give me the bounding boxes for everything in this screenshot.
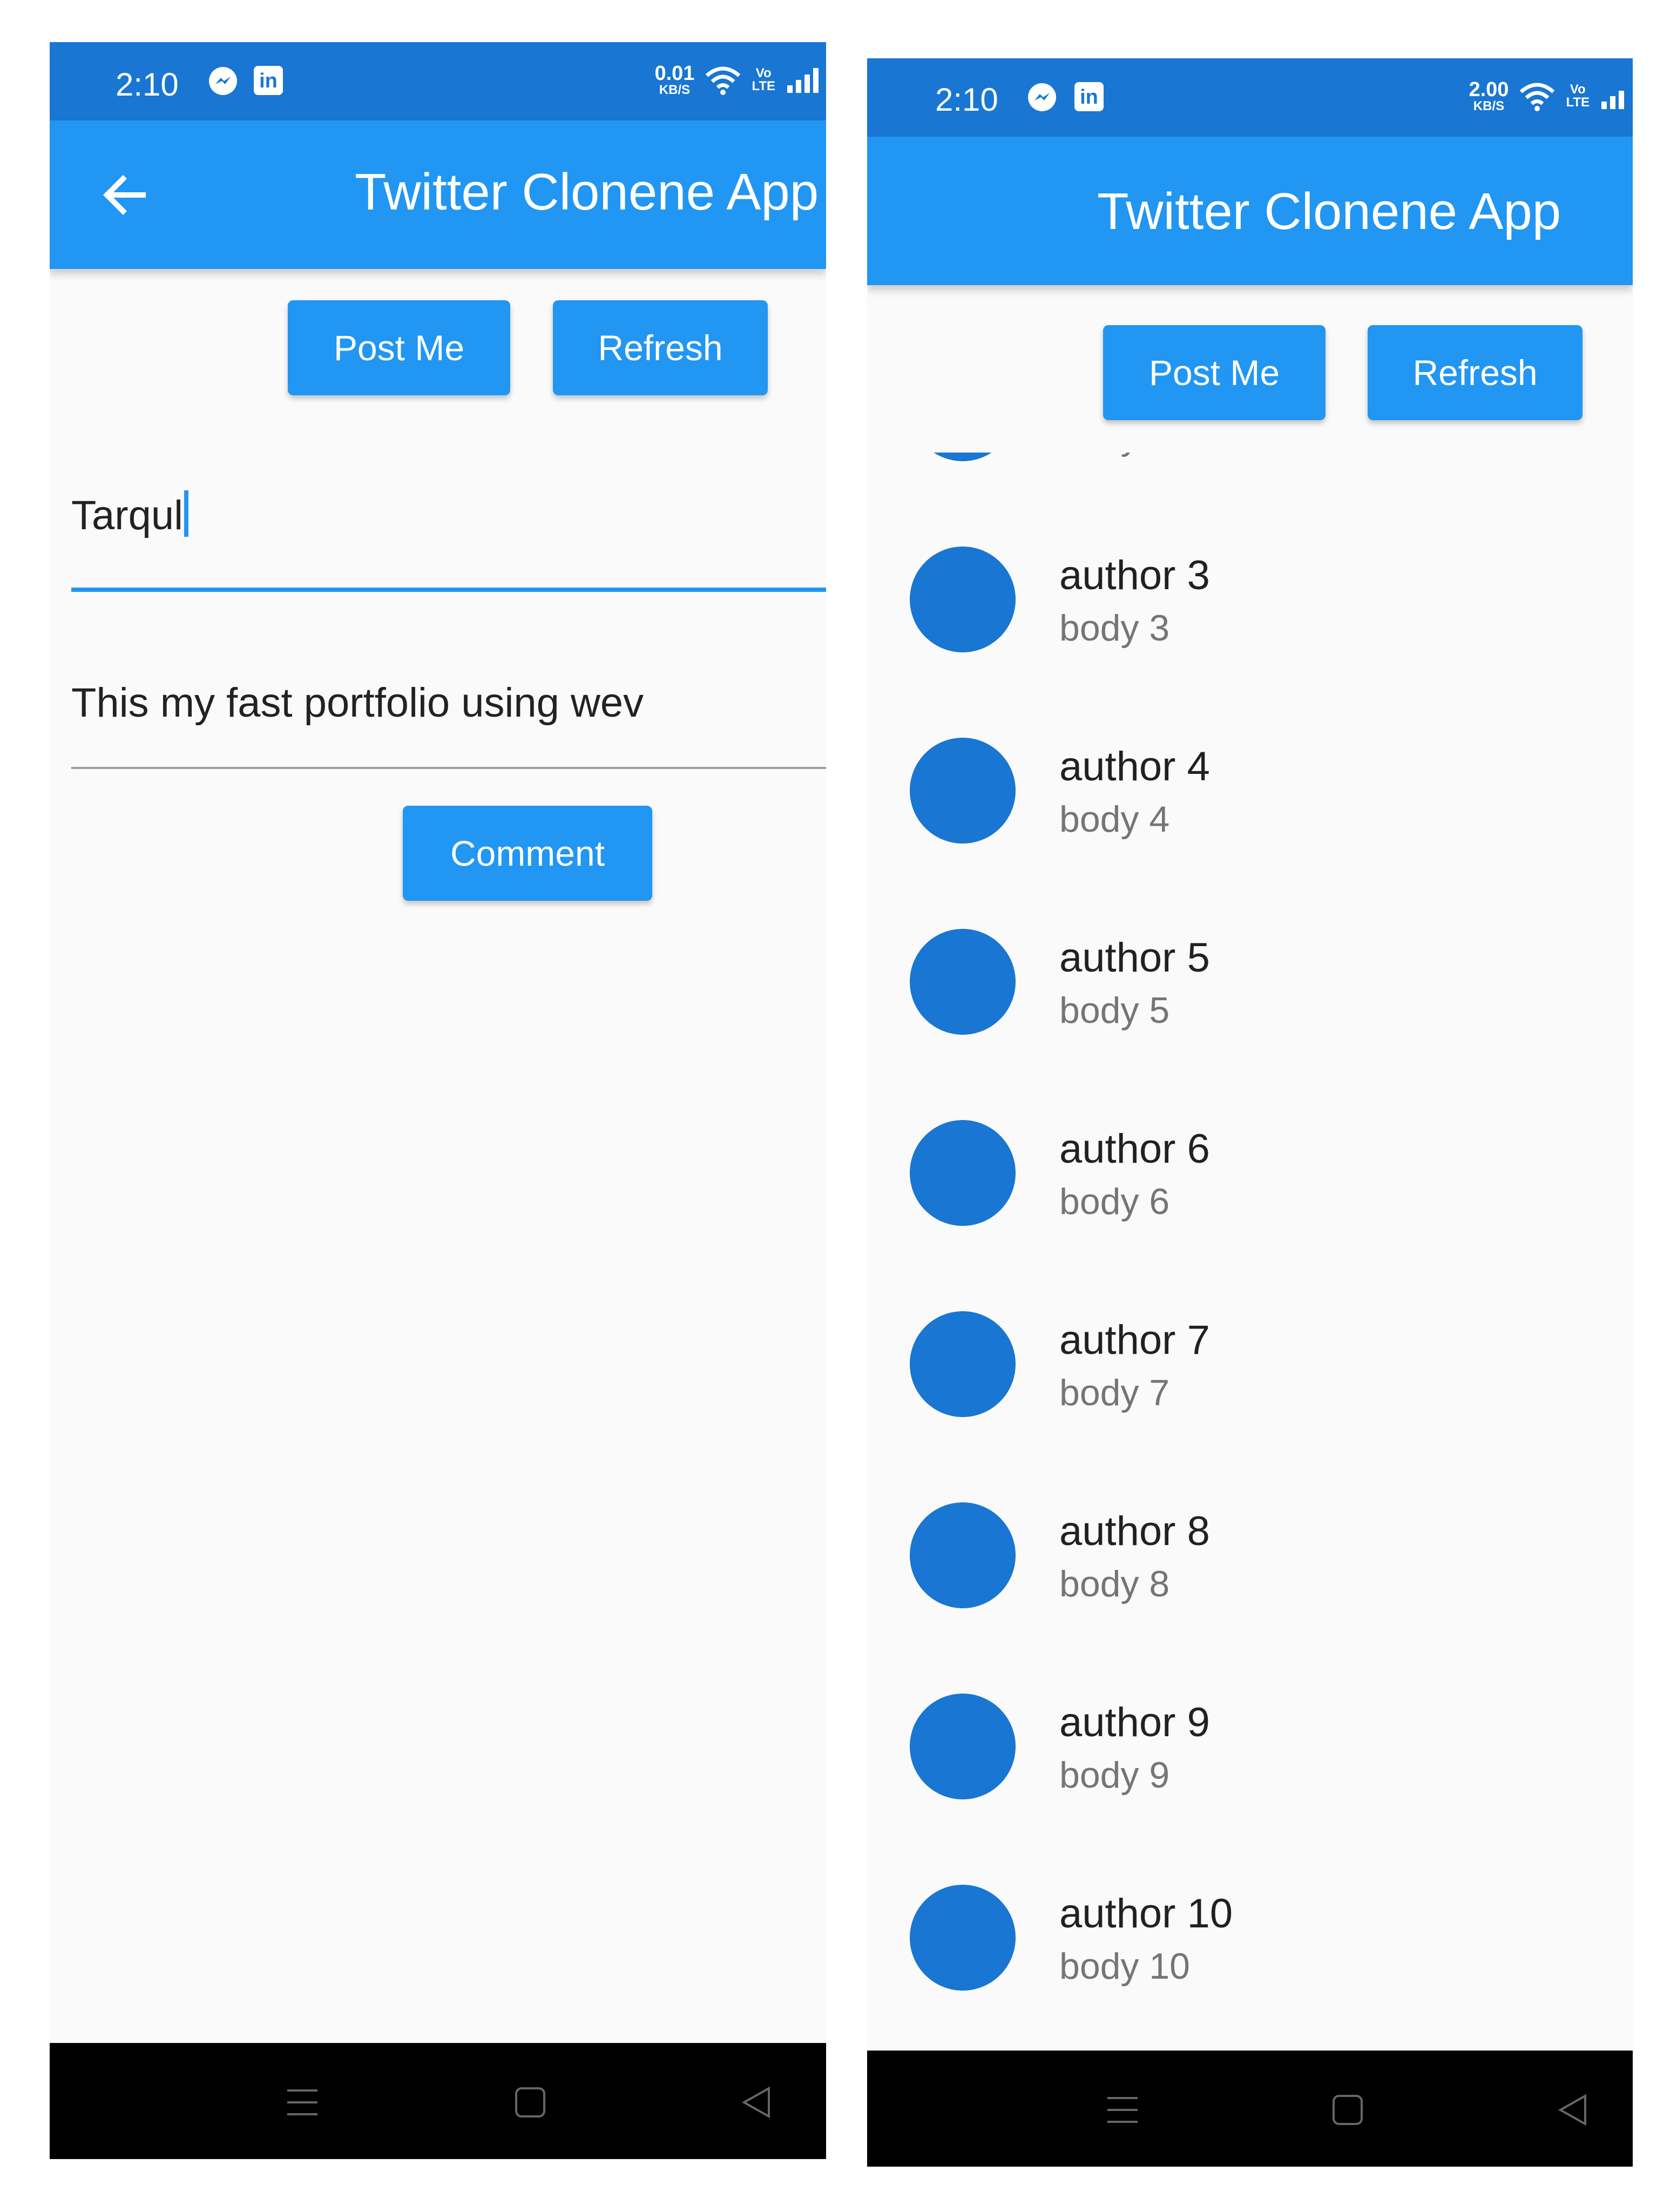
list-item[interactable]: author 9 body 9 xyxy=(867,1650,1633,1842)
list-item[interactable]: author 7 body 7 xyxy=(867,1268,1633,1459)
item-author: author 10 xyxy=(1059,1891,1233,1937)
network-speed: 0.01 KB/S xyxy=(654,62,695,97)
avatar xyxy=(910,1502,1016,1608)
item-author: author 5 xyxy=(1059,935,1210,981)
volte-indicator: Vo LTE xyxy=(1566,82,1590,110)
back-triangle-icon[interactable] xyxy=(735,2081,779,2124)
status-bar: 2:10 in 0.01 KB/S Vo LTE xyxy=(50,42,826,120)
item-body: body 8 xyxy=(1059,1563,1170,1604)
avatar xyxy=(910,929,1016,1035)
status-bar: 2:10 in 2.00 KB/S Vo LTE xyxy=(867,58,1633,137)
item-body: body 5 xyxy=(1059,990,1170,1031)
refresh-button[interactable]: Refresh xyxy=(553,300,768,395)
list-item[interactable]: author 8 body 8 xyxy=(867,1459,1633,1650)
avatar xyxy=(910,738,1016,844)
name-field-underline-active xyxy=(71,588,826,592)
signal-icon xyxy=(1601,91,1624,109)
arrow-back-icon[interactable] xyxy=(97,168,151,222)
refresh-button[interactable]: Refresh xyxy=(1368,325,1583,420)
item-body: body 10 xyxy=(1059,1946,1190,1987)
name-field-value: Tarqul xyxy=(71,493,183,538)
list-item[interactable]: author 6 body 6 xyxy=(867,1077,1633,1268)
list-item[interactable]: author 10 body 10 xyxy=(867,1842,1633,2033)
app-bar: Twitter Clonene App xyxy=(867,137,1633,285)
messenger-icon xyxy=(1028,83,1056,111)
left-phone-screen: 2:10 in 0.01 KB/S Vo LTE Twitter Clonene… xyxy=(50,42,826,2159)
item-body: body 7 xyxy=(1059,1372,1170,1413)
list-item[interactable]: author 4 body 4 xyxy=(867,694,1633,886)
network-speed: 2.00 KB/S xyxy=(1469,78,1509,113)
avatar xyxy=(910,1885,1016,1991)
item-author: author 8 xyxy=(1059,1508,1210,1554)
system-nav-bar xyxy=(867,2051,1633,2167)
avatar xyxy=(910,547,1016,652)
wifi-icon xyxy=(706,66,741,95)
home-square-icon[interactable] xyxy=(509,2081,552,2124)
item-author: author 7 xyxy=(1059,1317,1210,1363)
wifi-icon xyxy=(1520,83,1555,111)
item-author: author 6 xyxy=(1059,1126,1210,1172)
linkedin-icon: in xyxy=(1074,82,1104,111)
item-author: author 3 xyxy=(1059,552,1210,598)
right-phone-screen: 2:10 in 2.00 KB/S Vo LTE Twitter Clonene… xyxy=(867,58,1633,2167)
avatar xyxy=(910,1694,1016,1799)
item-body: body 9 xyxy=(1059,1755,1170,1796)
status-time: 2:10 xyxy=(116,66,179,103)
item-body: body 6 xyxy=(1059,1181,1170,1222)
back-triangle-icon[interactable] xyxy=(1552,2088,1595,2132)
list-item[interactable]: author 5 body 5 xyxy=(867,886,1633,1077)
status-time: 2:10 xyxy=(935,82,998,118)
volte-indicator: Vo LTE xyxy=(752,66,775,93)
post-me-button[interactable]: Post Me xyxy=(1103,325,1326,420)
comment-button[interactable]: Comment xyxy=(403,806,652,901)
list-item[interactable]: body 2 xyxy=(867,453,1633,503)
messenger-icon xyxy=(209,67,237,95)
posts-list[interactable]: body 2 author 3 body 3 author 4 body 4 a… xyxy=(867,453,1633,2051)
text-cursor xyxy=(184,490,188,537)
item-author: author 4 xyxy=(1059,744,1210,790)
system-nav-bar xyxy=(50,2043,826,2159)
post-me-button[interactable]: Post Me xyxy=(288,300,510,395)
app-title: Twitter Clonene App xyxy=(1097,183,1561,240)
avatar xyxy=(910,1311,1016,1417)
item-body: body 3 xyxy=(1059,608,1170,649)
avatar xyxy=(910,453,1016,461)
item-body: body 2 xyxy=(1059,453,1169,458)
linkedin-icon: in xyxy=(254,66,283,95)
menu-icon[interactable] xyxy=(281,2081,324,2124)
item-body: body 4 xyxy=(1059,799,1170,840)
home-square-icon[interactable] xyxy=(1326,2088,1369,2132)
item-author: author 9 xyxy=(1059,1700,1210,1745)
app-bar: Twitter Clonene App xyxy=(50,120,826,269)
list-item[interactable]: author 3 body 3 xyxy=(867,503,1633,694)
body-field-value: This my fast portfolio using wev xyxy=(71,680,644,726)
name-field[interactable]: Tarqul xyxy=(71,490,826,652)
body-field[interactable]: This my fast portfolio using wev xyxy=(71,679,826,820)
signal-icon xyxy=(787,68,819,93)
avatar xyxy=(910,1120,1016,1226)
body-field-underline xyxy=(71,767,826,769)
app-title: Twitter Clonene App xyxy=(355,163,819,221)
menu-icon[interactable] xyxy=(1101,2088,1144,2132)
